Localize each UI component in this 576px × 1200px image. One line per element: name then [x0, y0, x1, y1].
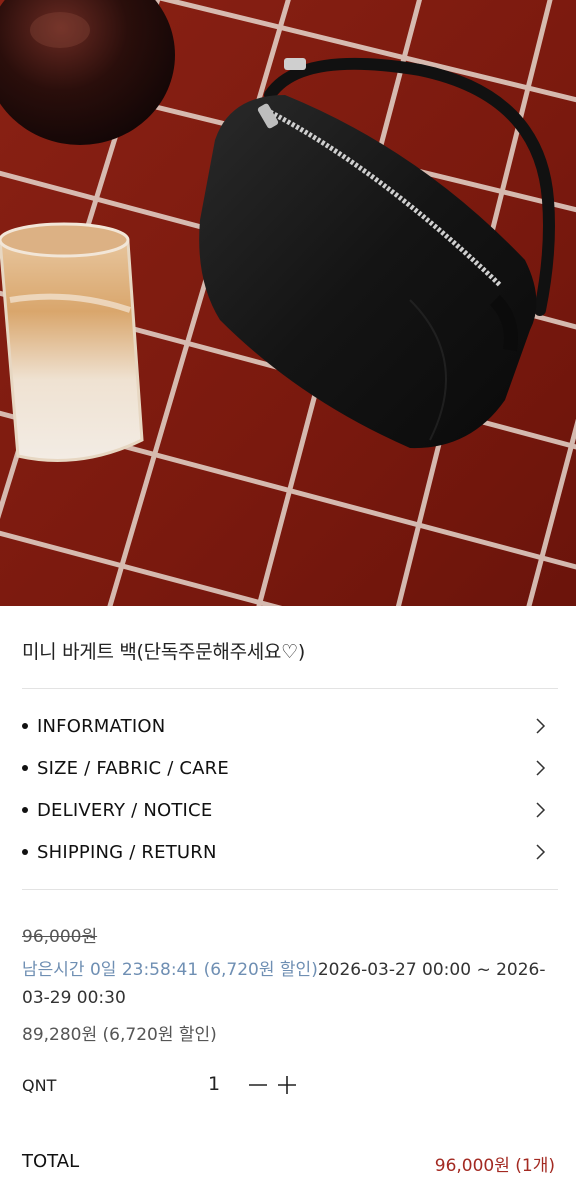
- bullet-icon: [22, 765, 28, 771]
- quantity-label: QNT: [22, 1076, 57, 1095]
- accordion-size-fabric-care[interactable]: SIZE / FABRIC / CARE: [22, 753, 558, 783]
- total-label: TOTAL: [22, 1151, 80, 1172]
- plus-icon: [278, 1076, 296, 1094]
- quantity-value: 1: [208, 1073, 221, 1095]
- product-image: [0, 0, 576, 606]
- accordion-label: SHIPPING / RETURN: [37, 841, 217, 863]
- original-price: 96,000원: [22, 927, 98, 947]
- promo-info: 남은시간 0일 23:58:41 (6,720원 할인)2026-03-27 0…: [22, 956, 552, 1012]
- divider: [22, 688, 558, 689]
- quantity-increase-button[interactable]: [276, 1074, 298, 1096]
- promo-timer: 남은시간 0일 23:58:41 (6,720원 할인): [22, 960, 318, 980]
- sale-price: 89,280원 (6,720원 할인): [22, 1025, 217, 1045]
- bullet-icon: [22, 807, 28, 813]
- chevron-right-icon: [534, 844, 548, 860]
- quantity-decrease-button[interactable]: [247, 1074, 269, 1096]
- chevron-right-icon: [534, 802, 548, 818]
- accordion-shipping-return[interactable]: SHIPPING / RETURN: [22, 837, 558, 867]
- product-title: 미니 바게트 백(단독주문해주세요♡): [22, 641, 305, 663]
- accordion-label: SIZE / FABRIC / CARE: [37, 757, 229, 779]
- total-value: 96,000원 (1개): [434, 1156, 555, 1176]
- chevron-right-icon: [534, 760, 548, 776]
- minus-icon: [249, 1084, 267, 1086]
- divider: [22, 889, 558, 890]
- accordion-delivery-notice[interactable]: DELIVERY / NOTICE: [22, 795, 558, 825]
- chevron-right-icon: [534, 718, 548, 734]
- accordion-label: INFORMATION: [37, 715, 166, 737]
- bullet-icon: [22, 723, 28, 729]
- bullet-icon: [22, 849, 28, 855]
- accordion-information[interactable]: INFORMATION: [22, 711, 558, 741]
- accordion-label: DELIVERY / NOTICE: [37, 799, 213, 821]
